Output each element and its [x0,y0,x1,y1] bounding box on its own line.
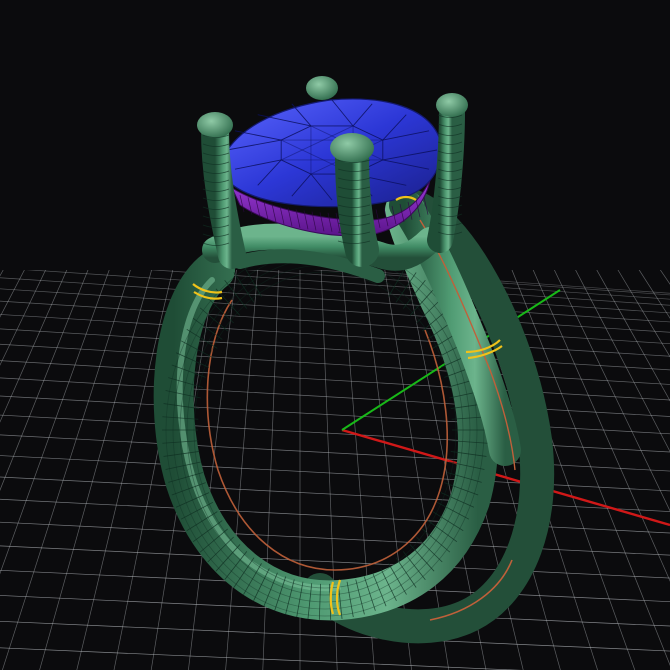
3d-viewport[interactable] [0,0,670,670]
prong-back-center [306,76,338,126]
viewport-canvas[interactable] [0,0,670,670]
